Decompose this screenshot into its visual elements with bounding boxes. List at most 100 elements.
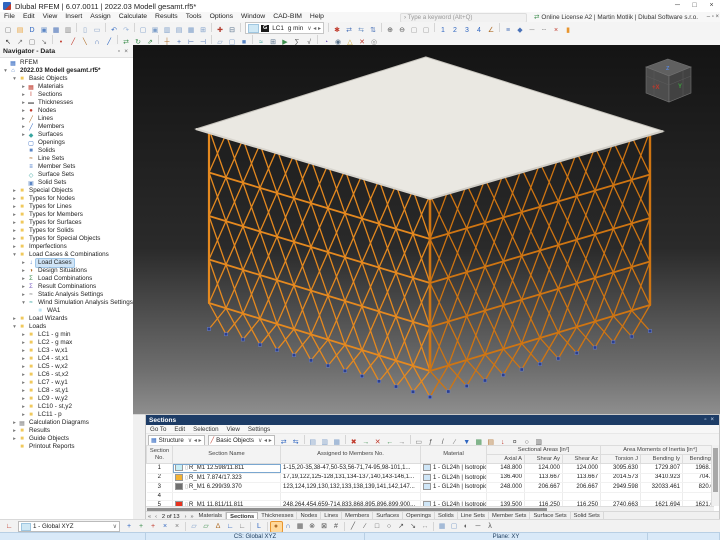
cell-torsion_j[interactable]: 2949.598 <box>600 482 642 493</box>
expand-arrow-icon[interactable]: ▾ <box>20 300 27 306</box>
tree-item-nodes[interactable]: ▸ ● Nodes <box>0 107 133 115</box>
expand-arrow-icon[interactable]: ▸ <box>20 116 27 122</box>
expand-arrow-icon[interactable]: ▸ <box>11 316 18 322</box>
expand-arrow-icon[interactable]: ▸ <box>20 348 27 354</box>
table-row-2[interactable]: 2 ▯R_M1 7.874/17.323 17,19,122,125-128,131… <box>146 473 714 484</box>
column-header-section-name[interactable]: Section Name <box>172 445 281 464</box>
viewport-svg[interactable]: +X Y Z <box>133 45 720 414</box>
cell-torsion_j[interactable]: 2014.573 <box>600 473 642 484</box>
tree-item-solid-sets[interactable]: ▣ Solid Sets <box>0 179 133 187</box>
tree-item-special-objects[interactable]: ▸ ■ Special Objects <box>0 187 133 195</box>
tree-item-lc6-st-x2[interactable]: ▸ ■ LC6 - st,x2 <box>0 371 133 379</box>
cell-axial_a[interactable]: 148.800 <box>486 463 525 474</box>
tree-item-lc5-w-x2[interactable]: ▸ ■ LC5 - w,x2 <box>0 363 133 371</box>
table-vertical-scrollbar[interactable] <box>711 445 719 506</box>
tree-item-lc7-w-y1[interactable]: ▸ ■ LC7 - w,y1 <box>0 379 133 387</box>
cell-bending_iz[interactable]: 704.73 <box>682 473 714 484</box>
expand-arrow-icon[interactable]: ▸ <box>11 220 18 226</box>
tree-item-rfem[interactable]: ▦ RFEM <box>0 59 133 67</box>
sections-table[interactable]: Section No. Section Name Assigned to Membe… <box>146 445 714 506</box>
cube-x-label[interactable]: +X <box>652 85 660 91</box>
cell-shear_az[interactable]: 206.667 <box>562 482 602 493</box>
cell-bending_iy[interactable] <box>640 492 684 502</box>
expand-arrow-icon[interactable]: ▸ <box>11 436 18 442</box>
expand-arrow-icon[interactable]: ▸ <box>20 84 27 90</box>
panel-close-icon[interactable]: × <box>708 417 716 423</box>
ucs-rotate-icon[interactable]: + <box>148 522 159 532</box>
navigator-close-icon[interactable]: × <box>122 48 130 55</box>
expand-arrow-icon[interactable]: ▾ <box>11 252 18 258</box>
cell-shear_ay[interactable]: 206.667 <box>524 482 563 493</box>
plane-offset-icon[interactable]: ∟ <box>225 522 236 532</box>
expand-arrow-icon[interactable]: ▸ <box>11 420 18 426</box>
tree-item-static-analysis-settings[interactable]: ▸ ≈ Static Analysis Settings <box>0 291 133 299</box>
tree-item-surfaces[interactable]: ▸ ◆ Surfaces <box>0 131 133 139</box>
workplane-xy-icon[interactable]: ▱ <box>189 522 200 532</box>
expand-arrow-icon[interactable]: ▸ <box>20 396 27 402</box>
navigation-cube[interactable]: +X Y Z <box>645 58 692 103</box>
tree-item-sections[interactable]: ▸ I Sections <box>0 91 133 99</box>
minus-tool-icon[interactable]: ─ <box>473 522 484 532</box>
column-header-bending-iy[interactable]: Bending Iy <box>640 454 684 464</box>
cell-shear_az[interactable]: 124.000 <box>562 463 602 474</box>
expand-arrow-icon[interactable]: ▸ <box>11 196 18 202</box>
grid-settings-icon[interactable]: L <box>254 522 265 532</box>
tree-item-lc10-st-y2[interactable]: ▸ ■ LC10 - st,y2 <box>0 403 133 411</box>
expand-arrow-icon[interactable]: ▸ <box>20 404 27 410</box>
tree-item-printout-reports[interactable]: ■ Printout Reports <box>0 443 133 451</box>
cell-section-name[interactable] <box>172 492 281 502</box>
expand-arrow-icon[interactable]: ▸ <box>11 188 18 194</box>
cell-torsion_j[interactable]: 3095.630 <box>600 463 642 474</box>
snap-points-icon[interactable]: ● <box>269 520 283 533</box>
cell-material[interactable]: 1 - GL24h | Isotropic | Linear Elastic <box>420 482 487 493</box>
dir-down-icon[interactable]: ↘ <box>408 522 419 532</box>
render-toggle-icon[interactable]: ◐ <box>461 522 472 532</box>
column-header-area-moments-of-inertia-in[interactable]: Area Moments of Inertia [in⁴] <box>600 445 714 455</box>
sections-menu-settings[interactable]: Settings <box>244 426 274 433</box>
expand-arrow-icon[interactable]: ▸ <box>11 236 18 242</box>
tree-item-surface-sets[interactable]: ◇ Surface Sets <box>0 171 133 179</box>
expand-arrow-icon[interactable]: ▸ <box>11 212 18 218</box>
maximize-button[interactable]: □ <box>686 0 703 12</box>
table-row-4[interactable]: 4 <box>146 492 714 502</box>
cs-axes-icon[interactable]: ∟ <box>4 522 15 532</box>
menu-cad-bim[interactable]: CAD-BIM <box>269 13 306 20</box>
expand-arrow-icon[interactable]: ▸ <box>11 428 18 434</box>
grid-toggle-icon[interactable]: ▦ <box>437 522 448 532</box>
cell-bending_iy[interactable]: 1729.807 <box>640 463 684 474</box>
expand-arrow-icon[interactable]: ▸ <box>20 380 27 386</box>
grid-snap-icon[interactable]: ▦ <box>295 522 306 532</box>
column-header-material[interactable]: Material <box>420 445 487 464</box>
tree-item-load-combinations[interactable]: ▸ Σ Load Combinations <box>0 275 133 283</box>
tree-item-lc2-g-max[interactable]: ▸ ■ LC2 - g max <box>0 339 133 347</box>
column-header-torsion-j[interactable]: Torsion J <box>600 454 642 464</box>
cell-shear_az[interactable] <box>562 492 602 502</box>
draw-circle-icon[interactable]: ○ <box>384 522 395 532</box>
sections-panel-titlebar[interactable]: Sections ▫ × <box>146 415 719 425</box>
menu-help[interactable]: Help <box>306 13 328 20</box>
cell-bending_iy[interactable]: 32033.461 <box>640 482 684 493</box>
cell-axial_a[interactable]: 136.400 <box>486 473 525 484</box>
tree-item-lc11-p[interactable]: ▸ ■ LC11 - p <box>0 411 133 419</box>
dir-both-icon[interactable]: ↔ <box>420 522 431 532</box>
table-row-3[interactable]: 3 ▯R_M1 6.299/39.370 123,124,129,130,132,1… <box>146 482 714 493</box>
structure-combo[interactable]: ▦ Structure ∨ ◂ ▸ <box>148 434 205 446</box>
plane-toggle-icon[interactable]: ▢ <box>449 522 460 532</box>
column-header-sectional-areas-in[interactable]: Sectional Areas [in²] <box>485 445 602 455</box>
tree-item-types-for-nodes[interactable]: ▸ ■ Types for Nodes <box>0 195 133 203</box>
cell-section-no[interactable]: 3 <box>146 482 173 493</box>
expand-arrow-icon[interactable]: ▸ <box>20 372 27 378</box>
table-row-1[interactable]: 1 ▯R_M1 12.598/11.811 1-15,20-35,38-47,50-… <box>146 463 714 474</box>
cell-bending_iz[interactable]: 820.05 <box>682 482 714 493</box>
dir-up-icon[interactable]: ↗ <box>396 522 407 532</box>
cell-shear_ay[interactable] <box>524 492 563 502</box>
cell-assigned-members[interactable]: 123,124,129,130,132,133,138,139,141,142,… <box>280 482 421 493</box>
sections-menu-selection[interactable]: Selection <box>189 426 222 433</box>
cell-section-no[interactable]: 4 <box>146 492 173 502</box>
draw-rect-icon[interactable]: □ <box>372 522 383 532</box>
tree-item-design-situations[interactable]: ▸ ◑ Design Situations <box>0 267 133 275</box>
cs-dropdown-arrow[interactable]: ∨ <box>113 523 117 530</box>
cell-section-name[interactable]: ▯R_M1 7.874/17.323 <box>172 473 281 484</box>
mdi-window-controls[interactable]: – ▫ × <box>707 12 719 22</box>
expand-arrow-icon[interactable]: ▸ <box>20 100 27 106</box>
